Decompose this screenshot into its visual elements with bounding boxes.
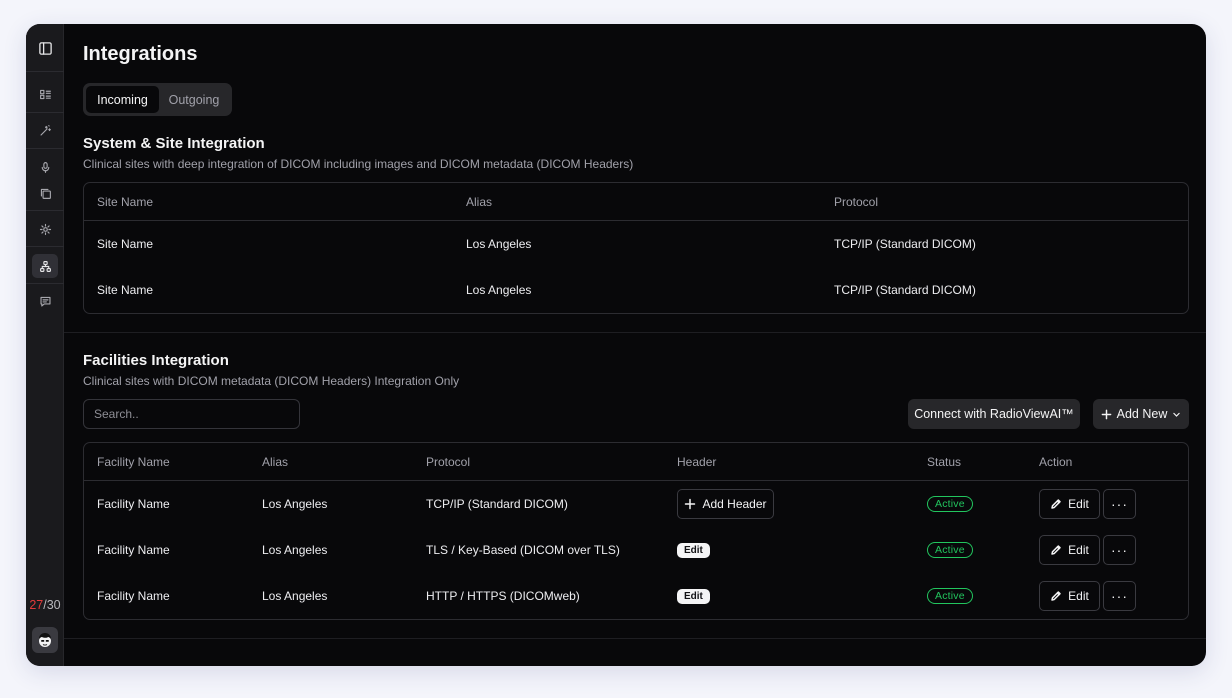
edit-label: Edit — [1068, 543, 1089, 557]
edit-button[interactable]: Edit — [1039, 581, 1100, 611]
protocol-cell: TCP/IP (Standard DICOM) — [834, 237, 976, 251]
row-actions: Edit ··· — [1039, 535, 1136, 565]
column-header: Header — [677, 454, 717, 469]
pencil-icon — [1051, 591, 1061, 601]
counter-total: 30 — [46, 598, 61, 612]
facilities-table: Facility Name Alias Protocol Header Stat… — [83, 442, 1189, 620]
table-row[interactable]: Facility Name Los Angeles TLS / Key-Base… — [84, 527, 1188, 573]
page-title: Integrations — [83, 43, 198, 65]
alias-cell: Los Angeles — [466, 283, 532, 297]
edit-button[interactable]: Edit — [1039, 535, 1100, 565]
magic-wand-icon[interactable] — [32, 118, 58, 142]
chevron-down-icon — [1173, 412, 1181, 417]
table-header: Site Name Alias Protocol — [84, 183, 1188, 221]
list-icon[interactable] — [32, 82, 58, 106]
protocol-cell: TLS / Key-Based (DICOM over TLS) — [426, 543, 620, 557]
table-header: Facility Name Alias Protocol Header Stat… — [84, 443, 1188, 481]
tab-outgoing[interactable]: Outgoing — [159, 86, 229, 113]
section-divider — [64, 638, 1206, 639]
alias-cell: Los Angeles — [262, 589, 328, 603]
column-header: Alias — [466, 194, 493, 209]
facility-name-cell: Facility Name — [97, 543, 170, 557]
user-avatar-icon — [39, 633, 51, 647]
microphone-icon[interactable] — [32, 155, 58, 179]
column-header: Protocol — [834, 194, 879, 209]
row-actions: Edit ··· — [1039, 489, 1136, 519]
protocol-cell: HTTP / HTTPS (DICOMweb) — [426, 589, 580, 603]
connect-radioviewai-button[interactable]: Connect with RadioViewAI™ — [908, 399, 1080, 429]
facilities-section-title: Facilities Integration — [83, 352, 229, 369]
alias-cell: Los Angeles — [262, 543, 328, 557]
message-icon[interactable] — [32, 289, 58, 313]
direction-tabs: Incoming Outgoing — [83, 83, 232, 116]
add-new-button[interactable]: Add New — [1093, 399, 1189, 429]
facility-name-cell: Facility Name — [97, 589, 170, 603]
avatar[interactable] — [32, 627, 58, 653]
protocol-cell: TCP/IP (Standard DICOM) — [426, 497, 568, 511]
add-new-label: Add New — [1116, 407, 1168, 421]
plus-icon — [1101, 409, 1111, 419]
sitemap-icon[interactable] — [32, 254, 58, 278]
edit-label: Edit — [1068, 497, 1089, 511]
add-header-label: Add Header — [702, 497, 767, 511]
more-options-button[interactable]: ··· — [1103, 581, 1136, 611]
sidebar: 27/30 — [26, 24, 64, 666]
edit-header-chip[interactable]: Edit — [677, 588, 710, 604]
pencil-icon — [1051, 499, 1061, 509]
facility-name-cell: Facility Name — [97, 497, 170, 511]
column-header: Action — [1039, 454, 1073, 469]
edit-header-chip[interactable]: Edit — [677, 542, 710, 558]
main-content: Integrations Incoming Outgoing System & … — [64, 24, 1206, 666]
column-header: Status — [927, 454, 962, 469]
site-name-cell: Site Name — [97, 283, 154, 297]
column-header: Alias — [262, 454, 289, 469]
usage-counter: 27/30 — [26, 598, 64, 612]
pencil-icon — [1051, 545, 1061, 555]
search-input[interactable] — [83, 399, 300, 429]
table-row[interactable]: Site Name Los Angeles TCP/IP (Standard D… — [84, 221, 1188, 267]
plus-icon — [685, 498, 696, 510]
column-header: Facility Name — [97, 454, 170, 469]
system-section-title: System & Site Integration — [83, 135, 265, 152]
section-divider — [64, 332, 1206, 333]
status-badge: Active — [927, 496, 973, 512]
protocol-cell: TCP/IP (Standard DICOM) — [834, 283, 976, 297]
system-table: Site Name Alias Protocol Site Name Los A… — [83, 182, 1189, 314]
more-options-button[interactable]: ··· — [1103, 535, 1136, 565]
system-section-subtitle: Clinical sites with deep integration of … — [83, 157, 634, 171]
edit-button[interactable]: Edit — [1039, 489, 1100, 519]
alias-cell: Los Angeles — [466, 237, 532, 251]
add-header-button[interactable]: Add Header — [677, 489, 774, 519]
more-options-button[interactable]: ··· — [1103, 489, 1136, 519]
column-header: Site Name — [97, 194, 154, 209]
column-header: Protocol — [426, 454, 471, 469]
status-badge: Active — [927, 588, 973, 604]
alias-cell: Los Angeles — [262, 497, 328, 511]
gear-icon[interactable] — [32, 217, 58, 241]
edit-label: Edit — [1068, 589, 1089, 603]
sidebar-toggle-icon[interactable] — [32, 36, 58, 60]
facilities-section-subtitle: Clinical sites with DICOM metadata (DICO… — [83, 374, 460, 388]
row-actions: Edit ··· — [1039, 581, 1136, 611]
counter-current: 27 — [29, 598, 44, 612]
copy-icon[interactable] — [32, 181, 58, 205]
status-badge: Active — [927, 542, 973, 558]
site-name-cell: Site Name — [97, 237, 154, 251]
table-row[interactable]: Facility Name Los Angeles HTTP / HTTPS (… — [84, 573, 1188, 619]
table-row[interactable]: Site Name Los Angeles TCP/IP (Standard D… — [84, 267, 1188, 313]
app-window: 27/30 Integrations Incoming Outgoing Sys… — [26, 24, 1206, 666]
table-row[interactable]: Facility Name Los Angeles TCP/IP (Standa… — [84, 481, 1188, 527]
tab-incoming[interactable]: Incoming — [86, 86, 159, 113]
